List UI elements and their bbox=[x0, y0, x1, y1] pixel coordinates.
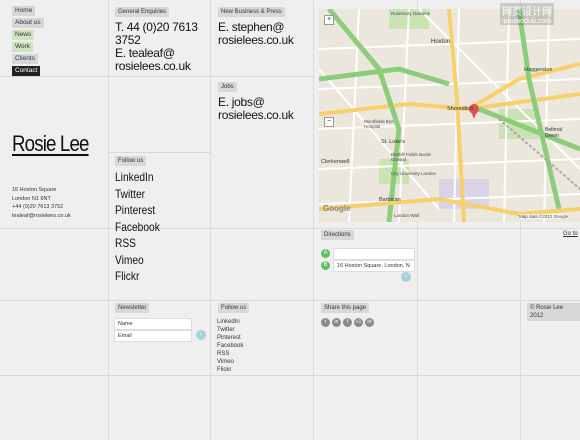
social-pinterest[interactable]: Pinterest bbox=[115, 202, 160, 219]
address-line: 16 Hoxton Square bbox=[12, 187, 57, 193]
new-business-text: E. stephen@ rosielees.co.uk bbox=[218, 21, 294, 47]
general-enquiries-text: T. 44 (0)20 7613 3752 E. tealeaf@ rosiel… bbox=[115, 21, 198, 73]
map[interactable]: Rosemary Gardens Hoxton Haggerston Shore… bbox=[319, 9, 580, 222]
jobs-label: Jobs bbox=[218, 82, 237, 92]
map-label: Moorfields Eye Hospital bbox=[364, 119, 394, 129]
map-label: Hoxton bbox=[431, 39, 451, 45]
map-label: Bunhill Fields Burial Ground bbox=[391, 152, 431, 162]
follow-small-list: LinkedIn Twitter Pinterest Facebook RSS … bbox=[217, 318, 243, 374]
map-label: Shoreditch bbox=[447, 106, 474, 112]
social-linkedin[interactable]: LinkedIn bbox=[115, 169, 160, 186]
nav-about[interactable]: About us bbox=[12, 18, 44, 28]
copyright: © Rosie Lee 2012 bbox=[527, 303, 580, 321]
email-icon[interactable]: ✉ bbox=[365, 318, 374, 327]
watermark-line1: 网页设计网 bbox=[502, 7, 552, 18]
new-business-label: New Business & Press bbox=[218, 7, 285, 17]
arrow-right-icon[interactable]: › bbox=[401, 272, 411, 282]
nav-news[interactable]: News bbox=[12, 30, 35, 40]
nav-clients[interactable]: Clients bbox=[12, 54, 38, 64]
newsletter-email-input[interactable]: Email bbox=[114, 330, 192, 342]
facebook-icon[interactable]: f bbox=[343, 318, 352, 327]
watermark-line2: ipouwodub.com bbox=[502, 18, 552, 25]
follow-flickr[interactable]: Flickr bbox=[217, 366, 243, 374]
google-logo: Google bbox=[323, 204, 351, 213]
subscribe-arrow-icon[interactable]: › bbox=[196, 330, 206, 340]
social-rss[interactable]: RSS bbox=[115, 235, 160, 252]
watermark: 网页设计网 ipouwodub.com bbox=[500, 3, 554, 25]
directions-label: Directions bbox=[321, 230, 354, 240]
follow-facebook[interactable]: Facebook bbox=[217, 342, 243, 350]
address-block: 16 Hoxton Square London N1 6NT +44 (0)20… bbox=[12, 186, 71, 220]
follow-vimeo[interactable]: Vimeo bbox=[217, 358, 243, 366]
map-attribution[interactable]: Map data ©2012 Google bbox=[519, 214, 569, 219]
map-label: London Wall bbox=[394, 213, 419, 218]
go-to-link[interactable]: Go to bbox=[563, 231, 578, 237]
social-flickr[interactable]: Flickr bbox=[115, 268, 160, 285]
social-vimeo[interactable]: Vimeo bbox=[115, 252, 160, 269]
general-email-cont[interactable]: rosielees.co.uk bbox=[115, 60, 198, 73]
map-label: Haggerston bbox=[524, 67, 553, 73]
general-enquiries-label: General Enquiries bbox=[115, 7, 170, 17]
nav-work[interactable]: Work bbox=[12, 42, 34, 52]
follow-label: Follow us bbox=[115, 156, 147, 166]
nav-home[interactable]: Home bbox=[12, 6, 36, 16]
map-label: St. Luke's bbox=[381, 139, 405, 145]
map-label: Rosemary Gardens bbox=[391, 11, 431, 16]
map-label: Barbican bbox=[379, 197, 401, 203]
social-twitter[interactable]: Twitter bbox=[115, 186, 160, 203]
end-marker-icon: B bbox=[321, 261, 330, 270]
map-label: Clerkenwell bbox=[321, 159, 350, 165]
nav-contact[interactable]: Contact bbox=[12, 66, 41, 76]
brand-logo[interactable]: Rosie Lee bbox=[12, 131, 89, 157]
social-facebook[interactable]: Facebook bbox=[115, 219, 160, 236]
twitter-icon[interactable]: t bbox=[321, 318, 330, 327]
zoom-out-button[interactable]: − bbox=[324, 117, 334, 127]
newsletter-name-input[interactable]: Name bbox=[114, 318, 192, 330]
follow-pinterest[interactable]: Pinterest bbox=[217, 334, 243, 342]
follow-linkedin[interactable]: LinkedIn bbox=[217, 318, 243, 326]
directions-from-input[interactable] bbox=[333, 248, 415, 260]
newsletter-label: Newsletter bbox=[115, 303, 150, 313]
google-plus-icon[interactable]: +1 bbox=[354, 318, 363, 327]
directions-to-input[interactable]: 16 Hoxton Square, London, N bbox=[333, 260, 415, 272]
address-line: London N1 6NT bbox=[12, 195, 51, 202]
jobs-text: E. jobs@ rosielees.co.uk bbox=[218, 96, 294, 122]
zoom-in-button[interactable]: + bbox=[324, 15, 334, 25]
phone: +44 (0)20 7613 3752 bbox=[12, 204, 64, 210]
map-label: City University London bbox=[391, 171, 437, 176]
follow-twitter[interactable]: Twitter bbox=[217, 326, 243, 334]
business-email-cont[interactable]: rosielees.co.uk bbox=[218, 34, 294, 47]
linkedin-icon[interactable]: in bbox=[332, 318, 341, 327]
follow-small-label: Follow us bbox=[218, 303, 250, 313]
main-nav: Home About us News Work Clients Contact bbox=[12, 6, 44, 78]
jobs-email-cont[interactable]: rosielees.co.uk bbox=[218, 109, 294, 122]
email-link[interactable]: tealeaf@rosielees.co.uk bbox=[12, 212, 71, 221]
social-links: LinkedIn Twitter Pinterest Facebook RSS … bbox=[115, 169, 160, 285]
map-label: Bethnal Green bbox=[545, 127, 562, 139]
follow-rss[interactable]: RSS bbox=[217, 350, 243, 358]
start-marker-icon: A bbox=[321, 249, 330, 258]
share-label: Share this page bbox=[321, 303, 370, 313]
